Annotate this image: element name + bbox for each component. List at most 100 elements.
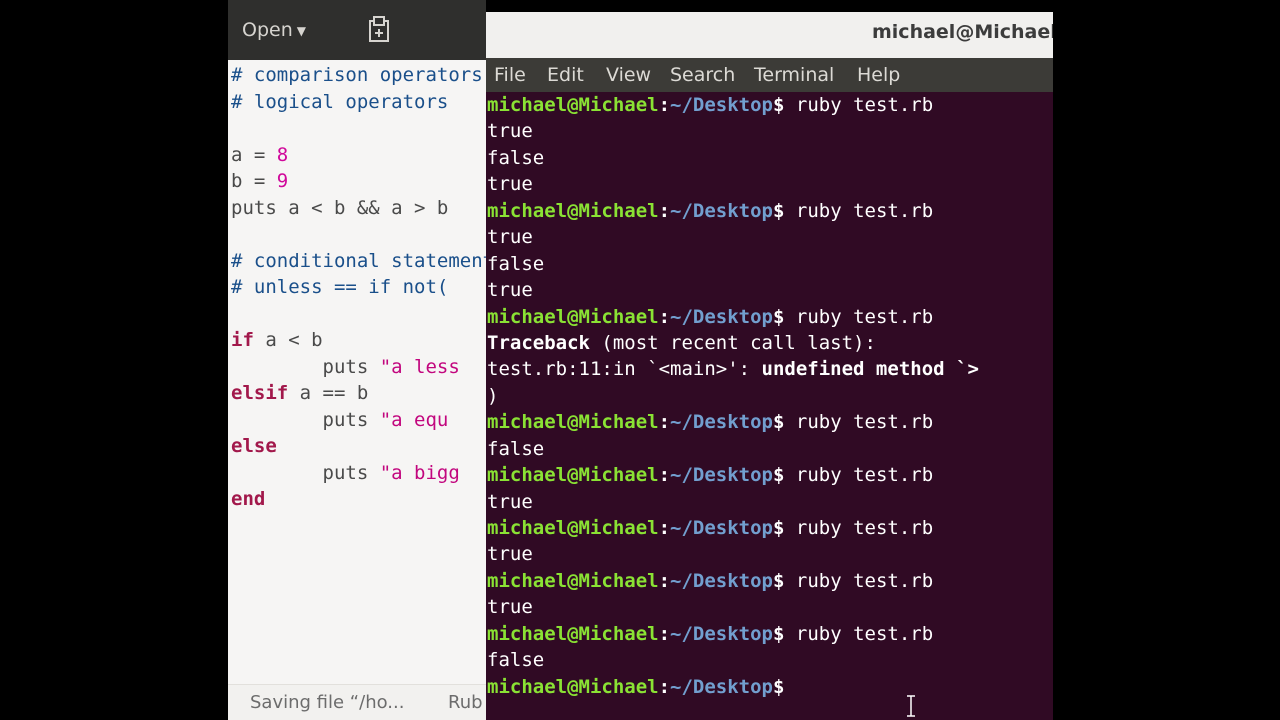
code-line: # logical operators: [231, 90, 449, 113]
prompt-separator: :: [658, 569, 671, 592]
menu-edit[interactable]: Edit: [547, 62, 584, 88]
terminal-command: ruby test.rb: [784, 622, 934, 645]
prompt-separator: :: [658, 464, 671, 487]
prompt-separator: :: [658, 305, 671, 328]
saving-status-text: Saving file “/ho...: [250, 692, 405, 713]
prompt-user: michael@Michael: [487, 517, 659, 539]
error-location: test.rb:11:in `<main>':: [487, 358, 762, 381]
terminal-command: ruby test.rb: [784, 569, 934, 592]
caret-down-icon: ▼: [296, 23, 306, 38]
prompt-symbol: $: [773, 94, 785, 116]
prompt-path: ~/Desktop: [670, 675, 773, 698]
prompt-separator: :: [658, 622, 671, 645]
terminal-window[interactable]: michael@Michael: ~/Desktop File Edit Vie…: [486, 12, 1053, 720]
terminal-prompt-line: michael@Michael:~/Desktop$ ruby test.rb: [487, 515, 1053, 541]
terminal-output-text: true: [487, 279, 533, 302]
prompt-path: ~/Desktop: [670, 517, 773, 539]
terminal-output-line: true: [487, 277, 1053, 303]
code-line: elsif a == b: [231, 382, 369, 404]
code-line: # unless == if not(: [231, 276, 449, 298]
new-document-icon[interactable]: [366, 16, 392, 44]
prompt-path: ~/Desktop: [670, 622, 773, 645]
prompt-path: ~/Desktop: [670, 94, 773, 116]
language-selector[interactable]: Rub: [448, 685, 483, 720]
terminal-prompt-line: michael@Michael:~/Desktop$ ruby test.rb: [487, 304, 1053, 330]
prompt-user: michael@Michael: [487, 411, 659, 434]
terminal-output-line: false: [487, 647, 1053, 673]
editor-headerbar: Open ▼: [228, 0, 486, 60]
terminal-command: ruby test.rb: [784, 464, 934, 487]
prompt-symbol: $: [773, 622, 785, 645]
text-cursor-icon: [907, 695, 915, 717]
prompt-path: ~/Desktop: [670, 569, 773, 592]
terminal-error-line: Traceback (most recent call last):: [487, 330, 1053, 356]
prompt-symbol: $: [773, 517, 785, 539]
terminal-output-text: false: [487, 146, 545, 169]
menu-view[interactable]: View: [606, 62, 651, 88]
terminal-output-text: (most recent call last):: [589, 331, 876, 354]
menu-help[interactable]: Help: [857, 62, 900, 88]
terminal-output-line: ): [487, 383, 1053, 409]
terminal-output-text: false: [487, 252, 545, 275]
code-line: a = 8: [231, 143, 289, 166]
prompt-path: ~/Desktop: [670, 305, 773, 328]
terminal-command: ruby test.rb: [784, 94, 934, 116]
terminal-prompt-line: michael@Michael:~/Desktop$: [487, 674, 1053, 700]
terminal-prompt-line: michael@Michael:~/Desktop$ ruby test.rb: [487, 462, 1053, 488]
terminal-command: ruby test.rb: [784, 411, 934, 434]
terminal-prompt-line: michael@Michael:~/Desktop$ ruby test.rb: [487, 409, 1053, 435]
terminal-output-line: true: [487, 224, 1053, 250]
prompt-path: ~/Desktop: [670, 464, 773, 487]
terminal-output-line: true: [487, 171, 1053, 197]
terminal-output-text: true: [487, 173, 533, 196]
terminal-output-text: true: [487, 226, 533, 249]
terminal-title: michael@Michael: ~/Desktop: [872, 21, 1053, 43]
code-line: end: [231, 488, 266, 510]
prompt-separator: :: [658, 411, 671, 434]
prompt-user: michael@Michael: [487, 464, 659, 487]
terminal-output-text: true: [487, 120, 533, 143]
terminal-prompt-line: michael@Michael:~/Desktop$ ruby test.rb: [487, 568, 1053, 594]
prompt-symbol: $: [773, 569, 785, 592]
desktop: Open ▼ # comparison operators # logical o…: [0, 0, 1280, 720]
prompt-symbol: $: [773, 411, 785, 434]
code-line: else: [231, 435, 277, 457]
prompt-separator: :: [658, 94, 671, 116]
terminal-output-line: true: [487, 594, 1053, 620]
prompt-user: michael@Michael: [487, 94, 659, 116]
terminal-output-text: false: [487, 437, 545, 460]
editor-statusbar: Saving file “/ho... Rub: [228, 684, 486, 720]
open-button[interactable]: Open ▼: [242, 12, 338, 48]
prompt-user: michael@Michael: [487, 675, 659, 698]
terminal-output-text: true: [487, 543, 533, 566]
terminal-error-line: test.rb:11:in `<main>': undefined method…: [487, 356, 1053, 382]
terminal-prompt-line: michael@Michael:~/Desktop$ ruby test.rb: [487, 198, 1053, 224]
code-line: puts "a less: [231, 355, 460, 378]
error-message: undefined method `>: [761, 358, 979, 381]
menu-search[interactable]: Search: [670, 62, 735, 88]
terminal-output-text: true: [487, 490, 533, 513]
code-line: # conditional statements: [231, 249, 486, 272]
prompt-user: michael@Michael: [487, 569, 659, 592]
prompt-user: michael@Michael: [487, 199, 659, 222]
code-editor-area[interactable]: # comparison operators # logical operato…: [231, 62, 486, 513]
menu-terminal[interactable]: Terminal: [754, 62, 834, 88]
terminal-menubar: File Edit View Search Terminal Help: [486, 58, 1053, 92]
terminal-titlebar[interactable]: michael@Michael: ~/Desktop: [486, 12, 1053, 58]
terminal-command: ruby test.rb: [784, 305, 934, 328]
terminal-output-text: false: [487, 649, 545, 672]
open-button-label: Open: [242, 19, 293, 41]
code-line: puts "a equ: [231, 408, 449, 431]
terminal-output-line: false: [487, 251, 1053, 277]
prompt-symbol: $: [773, 305, 785, 328]
prompt-separator: :: [658, 199, 671, 222]
terminal-output[interactable]: michael@Michael:~/Desktop$ ruby test.rb t…: [487, 92, 1053, 720]
terminal-prompt-line: michael@Michael:~/Desktop$ ruby test.rb: [487, 621, 1053, 647]
terminal-command: ruby test.rb: [784, 517, 934, 539]
terminal-output-line: true: [487, 541, 1053, 567]
code-line: puts "a bigg: [231, 461, 460, 484]
menu-file[interactable]: File: [494, 62, 526, 88]
text-editor-window: Open ▼ # comparison operators # logical o…: [228, 0, 486, 720]
terminal-output-line: false: [487, 436, 1053, 462]
terminal-output-text: ): [487, 384, 499, 407]
